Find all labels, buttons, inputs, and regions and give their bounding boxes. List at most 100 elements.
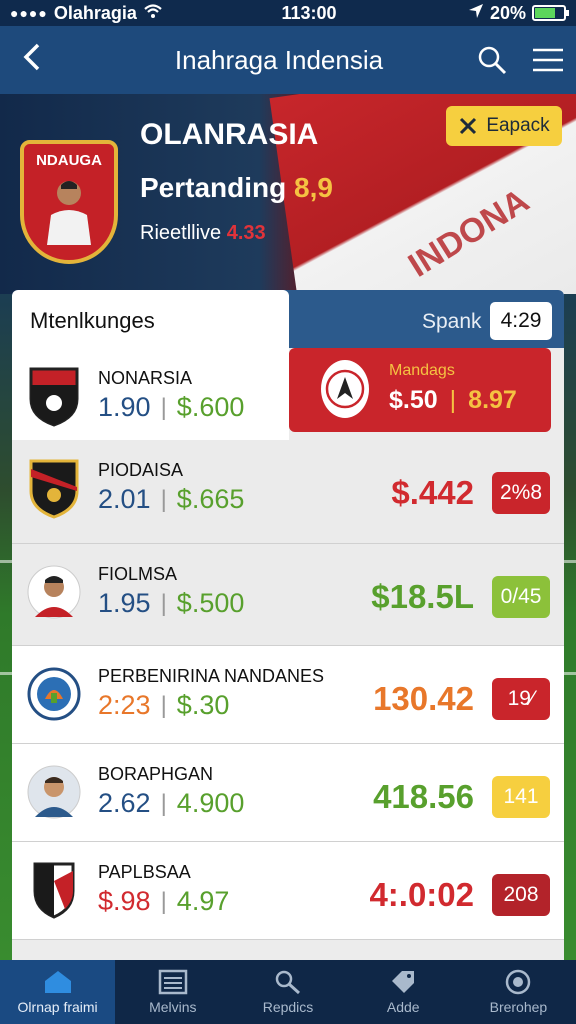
ball-icon (506, 969, 531, 995)
search-icon (478, 46, 507, 75)
live-label: Rieetllive (140, 222, 222, 244)
featured-badge-icon (321, 360, 369, 418)
odd-value: 2.01 (98, 484, 151, 514)
odd-value: $.665 (176, 484, 245, 514)
list-item[interactable]: PIODAISA 2.01 | $.665 $.442 2%8 (12, 440, 564, 544)
carrier-name: Olahragia (53, 2, 137, 23)
status-right: 20% (468, 2, 569, 24)
odds-pair: 2:23 | $.30 (98, 690, 229, 721)
team-name: BORAPHGAN (98, 764, 214, 784)
team-shield-icon (26, 458, 82, 519)
bottom-nav: Olrnap fraimi Melvins Repdics Adde Brero… (0, 960, 576, 1024)
team-name: NONARSIA (98, 368, 193, 388)
chip-badge[interactable]: 208 (492, 874, 550, 916)
team-shield-icon (26, 860, 82, 920)
odds-pair: 2.62 | 4.900 (98, 788, 244, 819)
separator: | (160, 589, 167, 617)
featured-card[interactable]: Mandags $.50 | 8.97 (289, 348, 551, 432)
big-value: 4:.0:02 (369, 876, 474, 913)
nav-label: Olrnap fraimi (17, 999, 98, 1015)
status-time: 113:00 (281, 2, 337, 23)
big-value: 130.42 (373, 680, 474, 718)
team-name: PAPLBSAA (98, 862, 191, 882)
signal-dots-icon: ●●●● (10, 5, 48, 21)
wifi-icon (143, 3, 163, 24)
spank-value[interactable]: 4:29 (490, 302, 552, 340)
list-item[interactable]: NONARSIA 1.90 | $.600 (12, 348, 289, 446)
separator: | (160, 789, 167, 817)
live-line: Rieetllive 4.33 (140, 222, 266, 245)
big-value: $.442 (391, 474, 474, 511)
close-icon (460, 117, 477, 135)
separator: | (449, 386, 457, 414)
hamburger-menu-icon (533, 48, 563, 72)
nav-item-melvins[interactable]: Melvins (115, 960, 230, 1024)
featured-value-b: 8.97 (468, 386, 517, 414)
separator: | (160, 485, 167, 513)
player-avatar-icon (47, 181, 91, 245)
spank-label: Spank (422, 310, 482, 333)
list-item[interactable]: BORAPHGAN 2.62 | 4.900 418.56 141 (12, 744, 564, 842)
featured-values: $.50 | 8.97 (389, 386, 517, 415)
list-item[interactable]: FIOLMSA 1.95 | $.500 $18.5L 0/45 (12, 544, 564, 646)
team-name: PIODAISA (98, 460, 184, 480)
odd-value: $.600 (176, 392, 245, 422)
separator: | (160, 887, 167, 915)
search-icon (275, 970, 301, 995)
separator: | (160, 691, 167, 719)
battery-icon (532, 5, 569, 21)
odd-value: 1.90 (98, 392, 151, 422)
nav-item-adde[interactable]: Adde (346, 960, 461, 1024)
nav-item-brerohep[interactable]: Brerohep (461, 960, 576, 1024)
location-arrow-icon (468, 3, 484, 24)
nav-label: Melvins (149, 999, 197, 1015)
hero-banner: INDONA NDAUGA OLANRASIA Pertanding 8,9 R… (0, 94, 576, 294)
odds-pair: 2.01 | $.665 (98, 484, 244, 515)
app-header: Inahraga Indensia (0, 26, 576, 94)
eapack-label: Eapack (486, 115, 550, 136)
big-value-text: 130.42 (373, 680, 474, 717)
panel-title: Mtenlkunges (30, 308, 155, 333)
menu-button[interactable] (520, 48, 576, 72)
crest-label: NDAUGA (36, 152, 102, 169)
battery-level (535, 8, 555, 18)
hero-subtitle-value: 8,9 (294, 172, 333, 203)
nav-item-repdics[interactable]: Repdics (230, 960, 345, 1024)
big-value: 418.56 (373, 778, 474, 815)
player-avatar-icon (26, 762, 82, 822)
status-bar: ●●●● Olahragia 113:00 20% (0, 0, 576, 26)
nav-item-home[interactable]: Olrnap fraimi (0, 960, 116, 1024)
nav-label: Repdics (262, 999, 314, 1015)
chip-badge[interactable]: 141 (492, 776, 550, 818)
hero-subtitle: Pertanding 8,9 (140, 172, 333, 204)
brand-title: OLANRASIA (140, 118, 319, 151)
chip-badge[interactable]: 0/45 (492, 576, 550, 618)
odd-value: 1.95 (98, 588, 151, 618)
odds-pair: 1.90 | $.600 (98, 392, 244, 423)
live-value: 4.33 (226, 222, 266, 244)
chip-badge[interactable]: 19⁄ (492, 678, 550, 720)
list-icon (158, 969, 188, 995)
hero-subtitle-label: Pertanding (140, 172, 287, 203)
eapack-button[interactable]: Eapack (446, 106, 562, 146)
separator: | (160, 393, 167, 421)
battery-percent: 20% (489, 2, 526, 23)
status-left: ●●●● Olahragia (10, 3, 210, 24)
club-badge-icon (26, 664, 82, 724)
chip-badge[interactable]: 2%8 (492, 472, 550, 514)
list-item[interactable]: PAPLBSAA $.98 | 4.97 4:.0:02 208 (12, 842, 564, 940)
nav-label: Brerohep (489, 999, 548, 1015)
odd-value: $.500 (176, 588, 245, 618)
odd-value: $.98 (98, 886, 151, 916)
player-avatar-icon (26, 562, 82, 622)
list-item[interactable]: PERBENIRINA NANDANES 2:23 | $.30 130.42 … (12, 646, 564, 744)
search-button[interactable] (464, 45, 520, 75)
featured-value-a: $.50 (389, 386, 438, 414)
team-name: PERBENIRINA NANDANES (98, 666, 325, 686)
back-button[interactable] (0, 40, 64, 80)
home-icon (44, 971, 71, 993)
odds-pair: $.98 | 4.97 (98, 886, 229, 917)
odd-value: $.30 (176, 690, 230, 720)
nav-label: Adde (386, 999, 420, 1015)
odds-panel: Mtenlkunges Spank 4:29 Mandags $.50 | 8.… (12, 290, 564, 970)
